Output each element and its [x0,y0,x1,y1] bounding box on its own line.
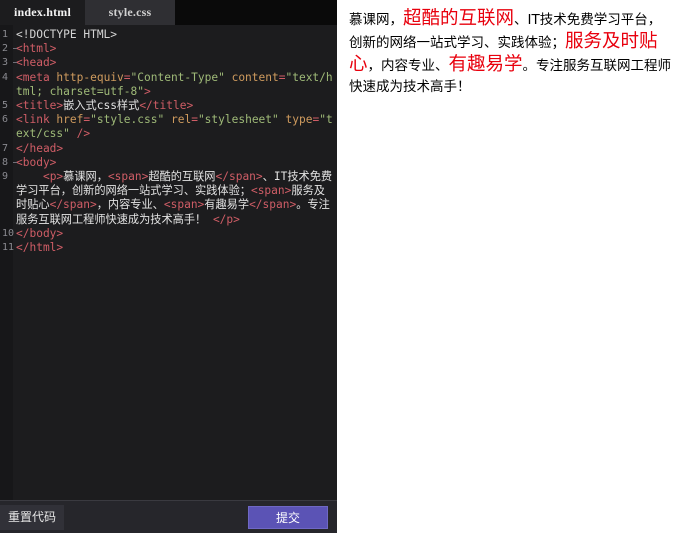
tab-style-css[interactable]: style.css [85,0,175,25]
code-token-attr: content [231,70,279,84]
line-number: 1 [2,29,9,40]
fold-marker-icon[interactable] [13,161,17,163]
line-number: 5 [2,99,9,111]
code-token-tag: </head> [16,141,64,155]
editor-tab-bar: index.html style.css [0,0,337,25]
code-line: </html> [16,241,335,255]
code-token-tag: <title> [16,99,64,113]
tab-index-html[interactable]: index.html [0,0,85,25]
code-token-text: 超酷的互联网 [148,170,216,184]
editor-toolbar: 重置代码 提交 [0,500,337,533]
code-token-tag: > [143,84,151,98]
line-number: 7 [2,142,9,154]
preview-highlight-span: 超酷的互联网 [403,8,515,29]
code-token-attr: rel [170,113,192,127]
code-line: <p>慕课网，<span>超酷的互联网</span>、IT技术免费学习平台，创新… [16,170,335,227]
code-token-tag: <span> [250,184,292,198]
code-editor[interactable]: 1 2 3 4 5 6 7 8 9 10 11 <!DOCTYPE HTML> <html> <head… [0,25,337,500]
code-line: <head> [16,56,335,70]
line-number-gutter: 1 2 3 4 5 6 7 8 9 10 11 [0,25,17,500]
code-token-tag: <link [16,113,57,127]
code-token-attr: type [285,113,313,127]
code-token-text: 嵌入式css样式 [63,99,140,113]
code-token-tag: </span> [215,170,263,184]
code-line: <body> [16,156,335,170]
code-line: <link href="style.css" rel="stylesheet" … [16,113,335,141]
code-token-attr: http-equiv [56,70,124,84]
fold-marker-icon[interactable] [13,48,17,50]
code-line: <!DOCTYPE HTML> [16,28,335,42]
line-number: 10 [2,227,15,239]
line-number-continuation [0,212,13,226]
code-token-tag: </span> [49,198,97,212]
preview-highlight-span: 有趣易学 [448,54,523,75]
code-token-tag: = [123,70,131,84]
submit-button[interactable]: 提交 [248,505,328,529]
code-token-text: 慕课网， [63,170,108,184]
code-token-tag: <span> [163,198,205,212]
code-token-tag [279,113,286,126]
code-token-tag: <meta [16,70,57,84]
code-token-tag: = [191,113,198,127]
line-number: 4 [2,71,9,83]
reset-code-button[interactable]: 重置代码 [0,504,65,530]
code-line: <meta http-equiv="Content-Type" content=… [16,71,335,99]
preview-text-span: ，内容专业、 [367,58,449,74]
line-number: 6 [2,114,9,126]
code-token-text: ，内容专业、 [96,198,164,212]
line-number: 8 [0,156,17,170]
code-token-tag: <span> [107,170,149,184]
code-token-tag: <html> [16,42,57,56]
tab-bar-filler [175,0,337,25]
code-token-attr: href [56,113,84,127]
code-token-val: "Content-Type" [130,70,225,84]
code-token-val: "stylesheet" [197,113,279,127]
code-token-doctype: <!DOCTYPE HTML> [16,28,118,41]
code-token-tag: </p> [212,212,240,226]
line-number: 3 [0,56,17,70]
code-token-text: 有趣易学 [204,198,250,212]
code-playground: index.html style.css 1 2 3 4 5 6 7 8 9 10 11 <!DOC… [0,0,683,533]
editor-pane: index.html style.css 1 2 3 4 5 6 7 8 9 10 11 <!DOC… [0,0,337,533]
line-number: 2 [0,42,17,56]
code-token-tag: /> [69,127,91,141]
fold-marker-icon[interactable] [13,62,17,64]
code-line: </body> [16,227,335,241]
code-token-tag: </span> [249,198,297,212]
code-token-tag: <body> [16,155,57,169]
code-token-tag: <head> [16,56,57,70]
code-line: <html> [16,42,335,56]
line-number-continuation [0,85,13,99]
line-number: 11 [2,241,15,253]
line-number-continuation [0,198,13,212]
code-token-tag: </html> [16,241,64,255]
line-number-continuation [0,127,13,141]
preview-pane: 慕课网，超酷的互联网、IT技术免费学习平台，创新的网络一站式学习、实践体验；服务… [337,0,683,533]
code-token-val: "style.css" [90,113,165,127]
code-token-tag [225,71,232,84]
code-line: </head> [16,142,335,156]
line-number-continuation [0,184,13,198]
code-text-area[interactable]: <!DOCTYPE HTML> <html> <head> <meta http-eq… [13,25,337,500]
preview-paragraph: 慕课网，超酷的互联网、IT技术免费学习平台，创新的网络一站式学习、实践体验；服务… [349,8,673,98]
code-token-tag: <p> [42,170,64,184]
code-token-tag: </title> [139,99,194,113]
preview-text-span: 慕课网， [349,12,403,28]
code-line: <title>嵌入式css样式</title> [16,99,335,113]
code-token-tag: </body> [16,226,64,240]
line-number: 9 [2,170,9,182]
code-token-tag [164,113,171,126]
